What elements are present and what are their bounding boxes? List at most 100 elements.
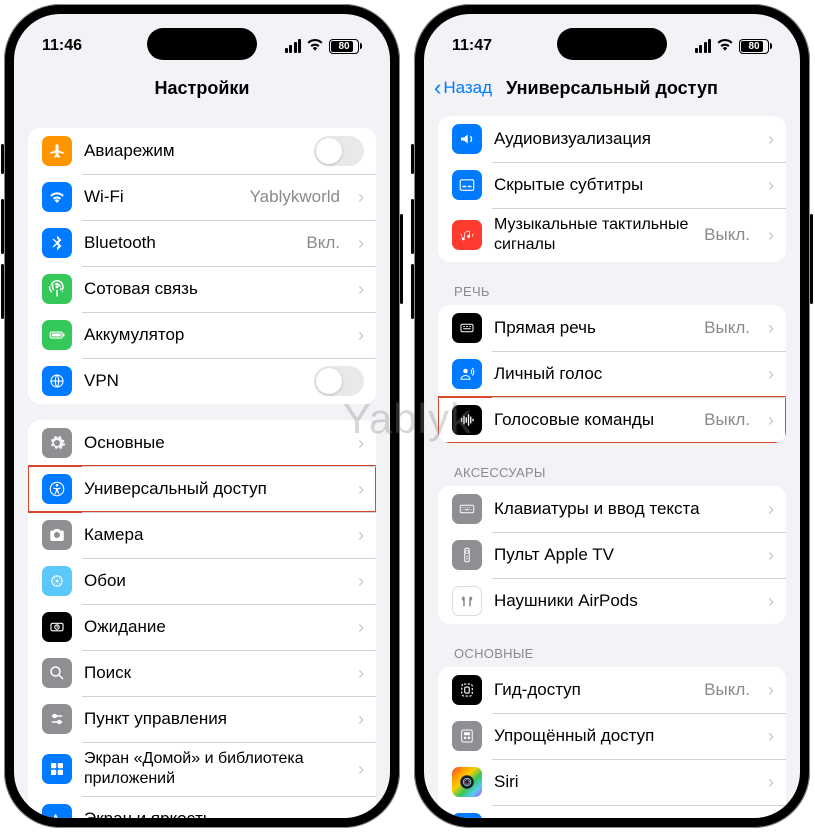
gear-icon xyxy=(42,428,72,458)
status-time: 11:46 xyxy=(42,37,82,55)
antenna-icon xyxy=(42,274,72,304)
chevron-right-icon: › xyxy=(768,129,774,150)
page-title: Настройки xyxy=(155,78,250,99)
row-label: VPN xyxy=(84,370,302,391)
phone-left: 11:46 80 Настройки Авиарежим xyxy=(4,4,400,828)
chevron-right-icon: › xyxy=(768,499,774,520)
siri-icon xyxy=(452,767,482,797)
battery-icon: 80 xyxy=(739,39,772,54)
row-apple-tv-remote[interactable]: Пульт Apple TV › xyxy=(438,532,786,578)
back-button[interactable]: ‹Назад xyxy=(434,77,492,99)
row-music-haptics[interactable]: Музыкальные тактильные сигналы Выкл. › xyxy=(438,208,786,262)
accessibility-icon xyxy=(42,474,72,504)
battery-icon xyxy=(42,320,72,350)
airplane-toggle[interactable] xyxy=(314,136,364,166)
row-label: Упрощённый доступ xyxy=(494,725,750,746)
row-battery[interactable]: Аккумулятор › xyxy=(28,312,376,358)
row-keyboards[interactable]: Клавиатуры и ввод текста › xyxy=(438,486,786,532)
keyboard-icon xyxy=(452,494,482,524)
row-label: Экран «Домой» и библиотека приложений xyxy=(84,749,340,789)
row-label: Скрытые субтитры xyxy=(494,174,750,195)
page-title: Универсальный доступ xyxy=(506,78,718,99)
chevron-right-icon: › xyxy=(768,225,774,246)
row-assistive-access[interactable]: Упрощённый доступ › xyxy=(438,713,786,759)
row-label: Поиск xyxy=(84,662,340,683)
row-label: Основные xyxy=(84,432,340,453)
row-airplane[interactable]: Авиарежим xyxy=(28,128,376,174)
row-display[interactable]: Экран и яркость › xyxy=(28,796,376,818)
row-accessibility[interactable]: Универсальный доступ › xyxy=(28,466,376,512)
row-shortcut[interactable]: Быстрая команда Лупа › xyxy=(438,805,786,818)
cellular-signal-icon xyxy=(285,39,302,53)
section-header-accessories: АКСЕССУАРЫ xyxy=(454,465,786,480)
group-accessories: Клавиатуры и ввод текста › Пульт Apple T… xyxy=(438,486,786,624)
row-bluetooth[interactable]: Bluetooth Вкл. › xyxy=(28,220,376,266)
vpn-icon xyxy=(42,366,72,396)
bluetooth-icon xyxy=(42,228,72,258)
waveform-icon xyxy=(452,405,482,435)
section-header-speech: РЕЧЬ xyxy=(454,284,786,299)
sliders-icon xyxy=(42,704,72,734)
row-wallpaper[interactable]: Обои › xyxy=(28,558,376,604)
chevron-right-icon: › xyxy=(358,571,364,592)
row-control-center[interactable]: Пункт управления › xyxy=(28,696,376,742)
chevron-right-icon: › xyxy=(768,364,774,385)
row-cellular[interactable]: Сотовая связь › xyxy=(28,266,376,312)
chevron-right-icon: › xyxy=(358,617,364,638)
row-value: Выкл. xyxy=(704,680,750,700)
row-value: Yablykworld xyxy=(250,187,340,207)
battery-icon: 80 xyxy=(329,39,362,54)
camera-icon xyxy=(42,520,72,550)
status-time: 11:47 xyxy=(452,37,492,55)
row-label: Универсальный доступ xyxy=(84,478,340,499)
wifi-icon xyxy=(42,182,72,212)
vpn-toggle[interactable] xyxy=(314,366,364,396)
guided-access-icon xyxy=(452,675,482,705)
row-wifi[interactable]: Wi-Fi Yablykworld › xyxy=(28,174,376,220)
row-guided-access[interactable]: Гид-доступ Выкл. › xyxy=(438,667,786,713)
group-speech: Прямая речь Выкл. › Личный голос › Голос… xyxy=(438,305,786,443)
row-label: Пункт управления xyxy=(84,708,340,729)
row-standby[interactable]: Ожидание › xyxy=(28,604,376,650)
row-value: Выкл. xyxy=(704,225,750,245)
group-hearing-cont: Аудиовизуализация › Скрытые субтитры › М… xyxy=(438,116,786,262)
subtitles-icon xyxy=(452,170,482,200)
keyboard-speech-icon xyxy=(452,313,482,343)
dual-phone-stage: 11:46 80 Настройки Авиарежим xyxy=(0,0,815,832)
row-voice-commands[interactable]: Голосовые команды Выкл. › xyxy=(438,397,786,443)
chevron-right-icon: › xyxy=(768,726,774,747)
row-vpn[interactable]: VPN xyxy=(28,358,376,404)
chevron-right-icon: › xyxy=(768,318,774,339)
row-search[interactable]: Поиск › xyxy=(28,650,376,696)
screen-right: 11:47 80 ‹Назад Универсальный доступ xyxy=(424,14,800,818)
accessibility-list[interactable]: Аудиовизуализация › Скрытые субтитры › М… xyxy=(424,108,800,818)
row-home-screen[interactable]: Экран «Домой» и библиотека приложений › xyxy=(28,742,376,796)
row-audio-visualization[interactable]: Аудиовизуализация › xyxy=(438,116,786,162)
row-live-speech[interactable]: Прямая речь Выкл. › xyxy=(438,305,786,351)
row-label: Экран и яркость xyxy=(84,808,340,818)
chevron-right-icon: › xyxy=(358,759,364,780)
dynamic-island xyxy=(147,28,257,60)
row-airpods[interactable]: Наушники AirPods › xyxy=(438,578,786,624)
row-label: Голосовые команды xyxy=(494,409,692,430)
wifi-icon xyxy=(716,37,734,56)
row-general[interactable]: Основные › xyxy=(28,420,376,466)
chevron-right-icon: › xyxy=(358,187,364,208)
standby-icon xyxy=(42,612,72,642)
cellular-signal-icon xyxy=(695,39,712,53)
settings-list[interactable]: Авиарежим Wi-Fi Yablykworld › Bluetooth … xyxy=(14,108,390,818)
remote-icon xyxy=(452,540,482,570)
chevron-right-icon: › xyxy=(358,479,364,500)
chevron-right-icon: › xyxy=(358,325,364,346)
row-personal-voice[interactable]: Личный голос › xyxy=(438,351,786,397)
chevron-right-icon: › xyxy=(358,233,364,254)
chevron-right-icon: › xyxy=(768,175,774,196)
chevron-right-icon: › xyxy=(768,772,774,793)
chevron-right-icon: › xyxy=(768,410,774,431)
row-label: Аккумулятор xyxy=(84,324,340,345)
row-siri-acc[interactable]: Siri › xyxy=(438,759,786,805)
chevron-right-icon: › xyxy=(358,809,364,819)
row-subtitles[interactable]: Скрытые субтитры › xyxy=(438,162,786,208)
wallpaper-icon xyxy=(42,566,72,596)
row-camera[interactable]: Камера › xyxy=(28,512,376,558)
